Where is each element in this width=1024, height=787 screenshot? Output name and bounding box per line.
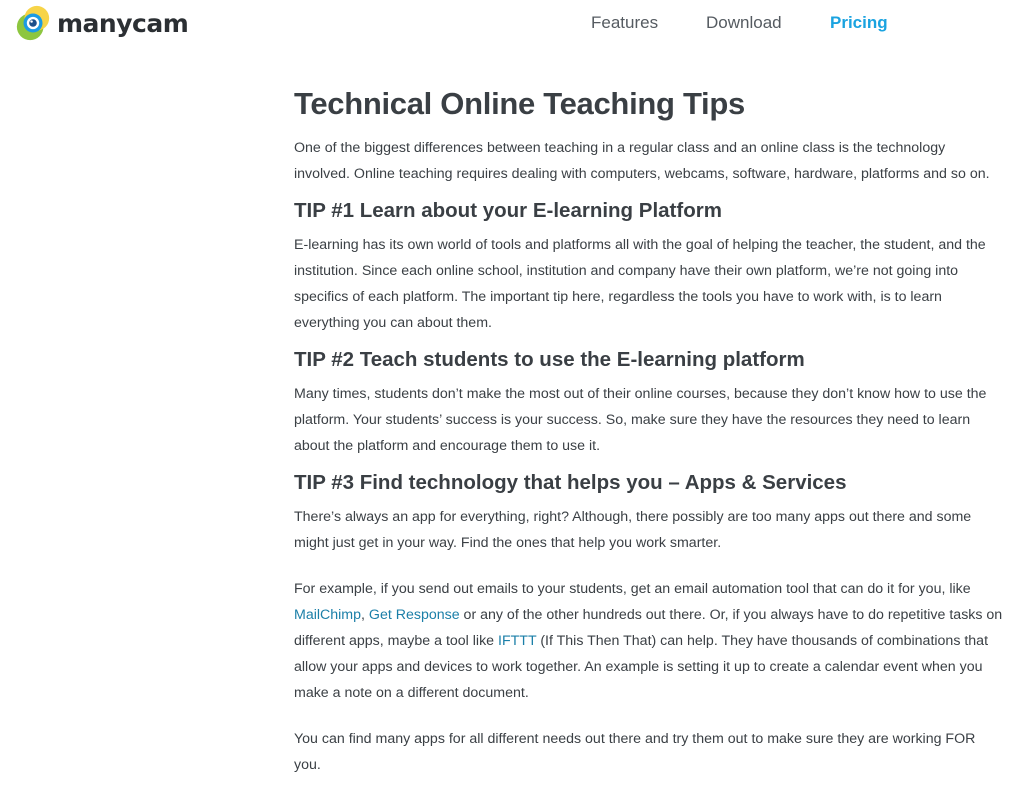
tip1-line: everything you can about them. xyxy=(294,315,492,331)
tip3-line: You can find many apps for all different… xyxy=(294,731,976,747)
tip3-line: MailChimp, Get Response or any of the ot… xyxy=(294,602,1010,628)
nav-pricing[interactable]: Pricing xyxy=(830,13,888,33)
main-nav: Features Download Pricing xyxy=(0,13,1024,35)
line-text: (If This Then That) can help. They have … xyxy=(536,633,989,649)
tip2-line: Many times, students don’t make the most… xyxy=(294,386,987,402)
article-title: Technical Online Teaching Tips xyxy=(294,86,745,121)
tip3-line: make a note on a different document. xyxy=(294,685,529,701)
intro-line: involved. Online teaching requires deali… xyxy=(294,166,990,182)
tip1-line: specifics of each platform. The importan… xyxy=(294,289,942,305)
tip3-paragraph-3: You can find many apps for all different… xyxy=(294,726,1010,778)
tip3-line: you. xyxy=(294,757,321,773)
getresponse-link[interactable]: Get Response xyxy=(369,607,460,623)
mailchimp-link[interactable]: MailChimp xyxy=(294,607,361,623)
tip2-paragraph: Many times, students don’t make the most… xyxy=(294,381,1010,459)
tip3-paragraph-1: There’s always an app for everything, ri… xyxy=(294,504,1010,556)
tip3-line: might just get in your way. Find the one… xyxy=(294,535,722,551)
line-text: or any of the other hundreds out there. … xyxy=(459,607,1003,623)
tip1-heading: TIP #1 Learn about your E-learning Platf… xyxy=(294,199,722,222)
tip2-line: platform. Your students’ success is your… xyxy=(294,412,971,428)
site-header: manycam Features Download Pricing xyxy=(0,0,1024,50)
tip2-line: about the platform and encourage them to… xyxy=(294,438,601,454)
ifttt-link[interactable]: IFTTT xyxy=(498,633,536,649)
tip3-line: allow your apps and devices to work toge… xyxy=(294,659,983,675)
tip2-heading: TIP #2 Teach students to use the E-learn… xyxy=(294,348,805,371)
nav-download[interactable]: Download xyxy=(706,13,782,33)
tip3-heading: TIP #3 Find technology that helps you – … xyxy=(294,471,847,494)
intro-paragraph: One of the biggest differences between t… xyxy=(294,135,1010,187)
tip3-line: For example, if you send out emails to y… xyxy=(294,581,971,597)
intro-line: One of the biggest differences between t… xyxy=(294,140,946,156)
tip1-line: institution. Since each online school, i… xyxy=(294,263,959,279)
separator-comma: , xyxy=(361,607,369,623)
tip1-paragraph: E-learning has its own world of tools an… xyxy=(294,232,1010,336)
nav-features[interactable]: Features xyxy=(591,13,658,33)
line-text: different apps, maybe a tool like xyxy=(294,633,499,649)
tip3-line: different apps, maybe a tool like IFTTT … xyxy=(294,628,1010,654)
article: Technical Online Teaching Tips One of th… xyxy=(294,84,1010,778)
tip1-line: E-learning has its own world of tools an… xyxy=(294,237,986,253)
tip3-paragraph-2: For example, if you send out emails to y… xyxy=(294,576,1010,706)
tip3-line: There’s always an app for everything, ri… xyxy=(294,509,972,525)
